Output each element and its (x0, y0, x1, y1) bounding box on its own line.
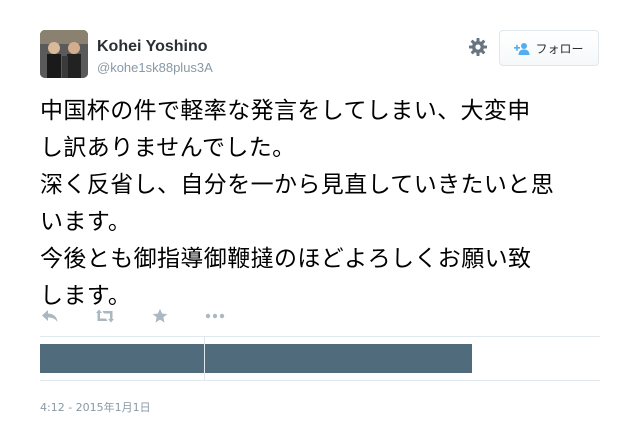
tweet-line: います。 (40, 209, 132, 235)
favorite-icon[interactable] (150, 307, 170, 325)
stats-bar (40, 344, 472, 373)
tweet-line: 中国杯の件で軽率な発言をしてしまい、大変申 (40, 98, 531, 124)
screen-name[interactable]: @kohe1sk88plus3A (97, 60, 213, 75)
tweet-line: し訳ありませんでした。 (40, 135, 296, 161)
gear-icon[interactable] (468, 37, 488, 57)
tweet-line: 深く反省し、自分を一から見直していきたいと思 (40, 172, 555, 198)
more-icon[interactable] (205, 307, 225, 325)
tweet-line: 今後とも御指導御鞭撻のほどよろしくお願い致 (40, 246, 532, 272)
tweet-text: 中国杯の件で軽率な発言をしてしまい、大変申 し訳ありませんでした。 深く反省し、… (40, 93, 610, 315)
follow-button[interactable]: フォロー (499, 30, 599, 66)
person-plus-icon (514, 41, 530, 55)
tweet-stats (40, 337, 600, 381)
tweet-actions (40, 307, 260, 327)
follow-label: フォロー (535, 41, 584, 56)
stats-divider (204, 337, 205, 381)
reply-icon[interactable] (40, 307, 60, 325)
divider (40, 380, 600, 381)
timestamp[interactable]: 4:12 - 2015年1月1日 (40, 399, 151, 415)
retweet-icon[interactable] (95, 307, 115, 325)
tweet-card: Kohei Yoshino @kohe1sk88plus3A フォロー 中国杯の… (0, 0, 640, 446)
display-name[interactable]: Kohei Yoshino (97, 38, 208, 56)
avatar[interactable] (40, 30, 88, 78)
